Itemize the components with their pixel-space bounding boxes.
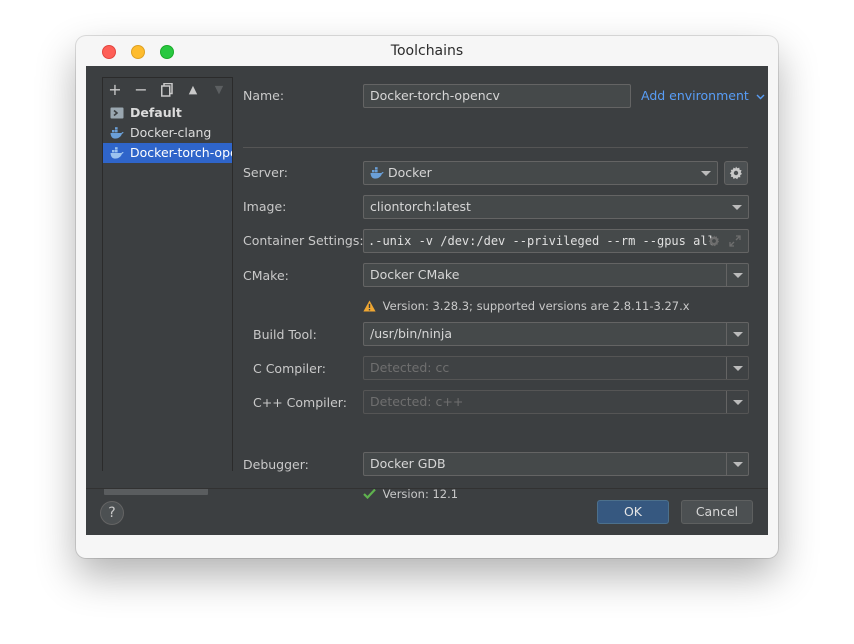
name-field[interactable]: Docker-torch-opencv [363,84,631,108]
build-tool-label: Build Tool: [253,327,317,342]
cpp-compiler-combo[interactable]: Detected: c++ [363,390,749,414]
cmake-combo[interactable]: Docker CMake [363,263,749,287]
container-settings-label: Container Settings: [243,233,364,248]
debugger-value: Docker GDB [370,456,446,471]
help-button[interactable]: ? [100,501,124,525]
warning-icon [363,300,376,312]
cpp-compiler-dropdown-button[interactable] [726,391,748,413]
toolchain-item-label: Docker-clang [130,125,212,140]
window-title: Toolchains [390,43,464,59]
server-dropdown[interactable]: Docker [363,161,718,185]
toolchains-dialog: Toolchains + − ▲ ▼ Default Docker-clang … [76,36,778,558]
cmake-value: Docker CMake [370,267,460,282]
dialog-footer: ? OK Cancel [86,488,768,536]
toolchain-list-panel: + − ▲ ▼ Default Docker-clang Docker-torc… [102,77,233,495]
move-down-button[interactable]: ▼ [209,81,229,99]
toolchain-item-label: Docker-torch-opencv [130,145,232,160]
cpp-compiler-placeholder: Detected: c++ [370,394,464,409]
chevron-down-icon [701,171,711,176]
c-compiler-dropdown-button[interactable] [726,357,748,379]
add-toolchain-button[interactable]: + [105,81,125,99]
add-environment-link[interactable]: Add environment [641,88,765,103]
toolchain-item-label: Default [130,105,182,120]
debugger-label: Debugger: [243,457,309,472]
cmake-label: CMake: [243,268,289,283]
container-settings-value: .-unix -v /dev:/dev --privileged --rm --… [368,234,715,248]
c-compiler-combo[interactable]: Detected: cc [363,356,749,380]
terminal-icon [110,107,124,119]
name-label: Name: [243,88,285,103]
docker-icon [370,167,384,179]
expand-icon[interactable] [729,235,741,247]
container-settings-field[interactable]: .-unix -v /dev:/dev --privileged --rm --… [363,229,749,253]
docker-icon [110,147,124,159]
toolchain-tree: Default Docker-clang Docker-torch-op [103,103,232,495]
chevron-down-icon [756,94,765,99]
cpp-compiler-label: C++ Compiler: [253,395,347,410]
toolchain-item-default[interactable]: Default [103,103,232,123]
build-tool-dropdown-button[interactable] [726,323,748,345]
cmake-status-text: Version: 3.28.3; supported versions are … [382,299,690,313]
build-tool-combo[interactable]: /usr/bin/ninja [363,322,749,346]
copy-toolchain-button[interactable] [157,81,177,99]
toolchain-item-docker-clang[interactable]: Docker-clang [103,123,232,143]
gear-icon [729,166,742,180]
server-label: Server: [243,165,288,180]
title-bar: Toolchains [76,36,778,66]
debugger-combo[interactable]: Docker GDB [363,452,749,476]
server-settings-button[interactable] [724,161,748,185]
toolchain-item-docker-torch-opencv[interactable]: Docker-torch-opencv [103,143,232,163]
form-divider [243,147,748,148]
toolchain-list-toolbar: + − ▲ ▼ [103,78,233,102]
ok-button[interactable]: OK [597,500,669,524]
server-value: Docker [388,165,432,180]
image-value: cliontorch:latest [370,199,471,214]
docker-icon [110,127,124,139]
build-tool-value: /usr/bin/ninja [370,326,452,341]
cmake-dropdown-button[interactable] [726,264,748,286]
gear-icon[interactable] [708,235,720,247]
copy-icon [161,82,173,97]
remove-toolchain-button[interactable]: − [131,81,151,99]
debugger-dropdown-button[interactable] [726,453,748,475]
dialog-content: + − ▲ ▼ Default Docker-clang Docker-torc… [86,66,768,535]
c-compiler-placeholder: Detected: cc [370,360,450,375]
c-compiler-label: C Compiler: [253,361,326,376]
chevron-down-icon [732,205,742,210]
cancel-button[interactable]: Cancel [681,500,753,524]
image-label: Image: [243,199,287,214]
move-up-button[interactable]: ▲ [183,81,203,99]
image-dropdown[interactable]: cliontorch:latest [363,195,749,219]
cmake-status: Version: 3.28.3; supported versions are … [363,299,690,313]
add-environment-label: Add environment [641,88,749,103]
